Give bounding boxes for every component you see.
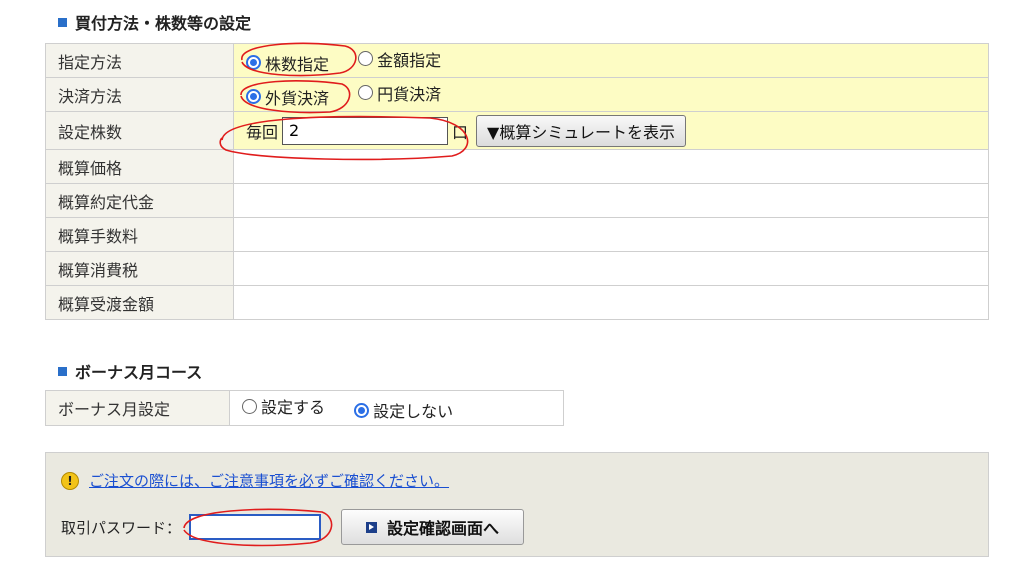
square-bullet-icon <box>58 17 67 27</box>
radio-label: 設定する <box>261 398 326 417</box>
radio-label: 円貨決済 <box>377 84 442 104</box>
radio-selected-icon[interactable] <box>246 89 261 104</box>
radio-unselected-icon[interactable] <box>358 85 374 100</box>
estimate-fee-value <box>233 217 989 252</box>
estimate-price-label: 概算価格 <box>45 149 234 184</box>
section-title-bonus-course: ボーナス月コース <box>58 359 202 383</box>
estimate-contract-value <box>233 183 989 218</box>
quantity-prefix: 毎回 <box>246 122 279 142</box>
radio-share-count[interactable]: 株数指定 <box>246 51 329 75</box>
confirm-button-label: 設定確認画面へ <box>387 519 500 538</box>
caution-link[interactable]: ご注文の際には、ご注意事項を必ずご確認ください。 <box>89 470 449 491</box>
notice-line: ! ご注文の際には、ご注意事項を必ずご確認ください。 <box>61 470 449 491</box>
estimate-fee-label: 概算手数料 <box>45 217 234 252</box>
radio-label: 金額指定 <box>377 50 442 70</box>
radio-unselected-icon[interactable] <box>358 51 374 66</box>
estimate-tax-value <box>233 251 989 286</box>
quantity-unit: 口 <box>452 122 469 142</box>
confirm-settings-button[interactable]: 設定確認画面へ <box>341 509 525 545</box>
radio-amount[interactable]: 金額指定 <box>358 47 441 71</box>
bonus-settings-table: ボーナス月設定 設定する 設定しない <box>45 390 564 426</box>
warning-icon: ! <box>61 471 79 490</box>
radio-label: 株数指定 <box>265 54 330 74</box>
radio-bonus-on[interactable]: 設定する <box>242 394 325 418</box>
order-confirm-panel: ! ご注文の際には、ご注意事項を必ずご確認ください。 取引パスワード： 設定確認… <box>45 452 989 557</box>
password-input[interactable] <box>189 514 322 540</box>
estimate-price-value <box>233 149 989 184</box>
bonus-label: ボーナス月設定 <box>45 390 230 426</box>
radio-label: 設定しない <box>373 402 454 421</box>
estimate-settlement-value <box>233 285 989 320</box>
quantity-cell: 毎回 口 ▼概算シミュレートを表示 <box>233 111 989 150</box>
show-simulation-button[interactable]: ▼概算シミュレートを表示 <box>476 114 687 147</box>
settlement-label: 決済方法 <box>45 77 234 112</box>
password-row: 取引パスワード： 設定確認画面へ <box>61 509 525 545</box>
estimate-contract-label: 概算約定代金 <box>45 183 234 218</box>
buy-settings-table: 指定方法 株数指定 金額指定 決済方法 外貨決済 円貨決済 設定株数 毎回 2 … <box>45 43 989 320</box>
estimate-settlement-label: 概算受渡金額 <box>45 285 234 320</box>
quantity-input[interactable] <box>282 116 449 145</box>
estimate-tax-label: 概算消費税 <box>45 251 234 286</box>
method-options: 株数指定 金額指定 <box>233 43 989 78</box>
section-title-text: 買付方法・株数等の設定 <box>75 14 252 33</box>
arrow-right-icon <box>366 521 378 533</box>
radio-yen[interactable]: 円貨決済 <box>358 81 441 105</box>
radio-selected-icon[interactable] <box>354 402 370 418</box>
settlement-options: 外貨決済 円貨決済 <box>233 77 989 112</box>
method-label: 指定方法 <box>45 43 234 78</box>
radio-bonus-off[interactable]: 設定しない <box>354 398 453 422</box>
password-label: 取引パスワード： <box>61 518 182 537</box>
square-bullet-icon <box>58 366 67 376</box>
section-title-buy-settings: 買付方法・株数等の設定 <box>58 10 251 34</box>
bonus-options: 設定する 設定しない <box>229 390 564 426</box>
quantity-label: 設定株数 <box>45 111 234 150</box>
radio-selected-icon[interactable] <box>246 55 261 70</box>
radio-foreign-currency[interactable]: 外貨決済 <box>246 85 329 109</box>
radio-unselected-icon[interactable] <box>242 398 257 414</box>
radio-label: 外貨決済 <box>265 88 330 108</box>
section-title-text: ボーナス月コース <box>75 363 203 382</box>
